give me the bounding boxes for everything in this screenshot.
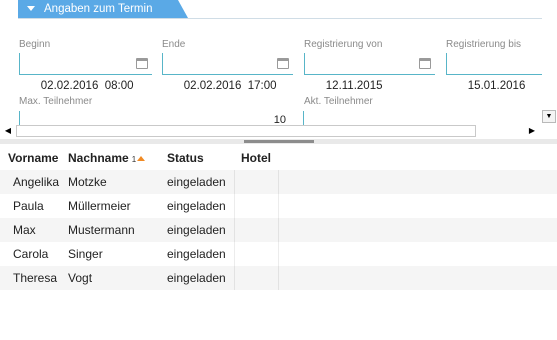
table-row[interactable]: Max Mustermann eingeladen bbox=[0, 218, 557, 242]
ende-value: 02.02.2016 17:00 bbox=[183, 80, 277, 92]
table-row[interactable]: Theresa Vogt eingeladen bbox=[0, 266, 557, 290]
cell-nachname: Singer bbox=[68, 247, 103, 261]
horizontal-scrollbar[interactable]: ◀ ▶ bbox=[0, 125, 542, 138]
column-divider bbox=[278, 266, 279, 290]
column-header-label: Status bbox=[167, 151, 204, 165]
cell-vorname: Theresa bbox=[13, 271, 58, 285]
column-header-label: Hotel bbox=[241, 151, 271, 165]
cell-status: eingeladen bbox=[167, 175, 226, 189]
cell-nachname: Müllermeier bbox=[68, 199, 131, 213]
collapse-triangle-icon bbox=[27, 6, 35, 11]
akt-teilnehmer-label: Akt. Teilnehmer bbox=[304, 96, 373, 107]
column-header-vorname[interactable]: Vorname bbox=[8, 146, 58, 170]
table-header: Vorname Nachname 1 Status Hotel bbox=[0, 146, 557, 170]
registrierung-bis-value: 15.01.2016 bbox=[467, 80, 526, 92]
column-divider bbox=[278, 170, 279, 194]
cell-nachname: Vogt bbox=[68, 271, 93, 285]
table-row[interactable]: Paula Müllermeier eingeladen bbox=[0, 194, 557, 218]
beginn-label: Beginn bbox=[19, 39, 51, 50]
column-header-hotel[interactable]: Hotel bbox=[241, 146, 271, 170]
cell-vorname: Carola bbox=[13, 247, 49, 261]
column-divider bbox=[234, 194, 235, 218]
cell-status: eingeladen bbox=[167, 223, 226, 237]
column-divider bbox=[278, 194, 279, 218]
cell-status: eingeladen bbox=[167, 247, 226, 261]
column-divider bbox=[278, 242, 279, 266]
table-row[interactable]: Angelika Motzke eingeladen bbox=[0, 170, 557, 194]
cell-status: eingeladen bbox=[167, 271, 226, 285]
cell-nachname: Motzke bbox=[68, 175, 107, 189]
akt-teilnehmer-input bbox=[303, 111, 304, 125]
registrierung-von-value: 12.11.2015 bbox=[325, 80, 383, 92]
registrierung-bis-label: Registrierung bis bbox=[446, 39, 522, 50]
scroll-down-button[interactable]: ▼ bbox=[542, 110, 556, 123]
calendar-icon[interactable] bbox=[277, 58, 289, 69]
beginn-value: 02.02.2016 08:00 bbox=[40, 80, 134, 92]
scroll-left-icon[interactable]: ◀ bbox=[2, 125, 14, 137]
section-toggle-termin[interactable]: Angaben zum Termin bbox=[18, 0, 188, 18]
registrierung-von-label: Registrierung von bbox=[304, 39, 383, 50]
column-divider bbox=[234, 218, 235, 242]
cell-vorname: Angelika bbox=[13, 175, 60, 189]
splitter-grip[interactable] bbox=[244, 140, 314, 143]
registrierung-von-input[interactable]: 12.11.2015 bbox=[304, 53, 435, 92]
cell-vorname: Max bbox=[13, 223, 36, 237]
participants-table: Vorname Nachname 1 Status Hotel Angelika … bbox=[0, 146, 557, 290]
scroll-right-icon[interactable]: ▶ bbox=[526, 125, 538, 137]
section-divider bbox=[18, 18, 542, 19]
registrierung-bis-input[interactable]: 15.01.2016 bbox=[446, 53, 542, 92]
cell-status: eingeladen bbox=[167, 199, 226, 213]
column-divider bbox=[234, 242, 235, 266]
column-divider bbox=[234, 170, 235, 194]
cell-vorname: Paula bbox=[13, 199, 44, 213]
column-divider bbox=[278, 218, 279, 242]
cell-nachname: Mustermann bbox=[68, 223, 135, 237]
calendar-icon[interactable] bbox=[419, 58, 431, 69]
column-divider bbox=[234, 266, 235, 290]
ende-label: Ende bbox=[162, 39, 186, 50]
max-teilnehmer-label: Max. Teilnehmer bbox=[19, 96, 93, 107]
calendar-icon[interactable] bbox=[136, 58, 148, 69]
section-title: Angaben zum Termin bbox=[44, 3, 153, 15]
table-row[interactable]: Carola Singer eingeladen bbox=[0, 242, 557, 266]
column-header-label: Vorname bbox=[8, 151, 59, 165]
sort-order-number: 1 bbox=[131, 155, 137, 164]
column-header-label: Nachname bbox=[68, 151, 129, 165]
column-header-status[interactable]: Status bbox=[167, 146, 204, 170]
max-teilnehmer-input[interactable]: 10 bbox=[19, 111, 290, 126]
column-header-nachname[interactable]: Nachname 1 bbox=[68, 146, 146, 170]
ende-input[interactable]: 02.02.2016 17:00 bbox=[162, 53, 293, 92]
sort-ascending-icon bbox=[137, 156, 146, 161]
scrollbar-track[interactable] bbox=[16, 125, 476, 137]
beginn-input[interactable]: 02.02.2016 08:00 bbox=[19, 53, 152, 92]
